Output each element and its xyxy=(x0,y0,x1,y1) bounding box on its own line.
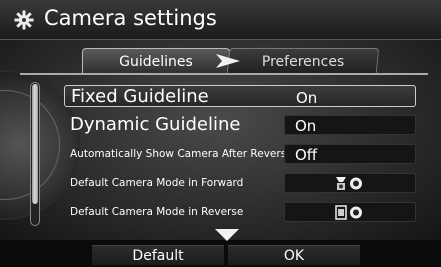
tab-preferences-label: Preferences xyxy=(261,54,345,70)
chevron-down-icon[interactable] xyxy=(214,228,240,242)
row-value xyxy=(284,202,416,222)
header-bar: Camera settings xyxy=(0,0,441,40)
camera-mode-icon xyxy=(336,177,362,190)
row-label: Default Camera Mode in Forward xyxy=(70,177,244,189)
row-default-mode-reverse[interactable]: Default Camera Mode in Reverse xyxy=(64,201,416,223)
scrollbar-thumb[interactable] xyxy=(32,84,38,204)
row-default-mode-forward[interactable]: Default Camera Mode in Forward xyxy=(64,172,416,194)
default-button[interactable]: Default xyxy=(92,245,224,265)
camera-mode-icon xyxy=(335,205,362,220)
tab-underline xyxy=(20,73,428,75)
tab-preferences[interactable]: Preferences xyxy=(226,48,380,74)
row-value: On xyxy=(284,115,416,135)
tab-guidelines[interactable]: Guidelines xyxy=(82,48,230,74)
arrow-right-icon xyxy=(216,54,240,68)
camera-settings-screen: Camera settings Guidelines Preferences F… xyxy=(0,0,441,267)
row-label: Automatically Show Camera After Reverse xyxy=(70,148,293,160)
gear-icon xyxy=(14,10,34,30)
row-value xyxy=(284,173,416,193)
row-value: Off xyxy=(284,144,416,164)
row-label: Dynamic Guideline xyxy=(70,114,241,135)
row-fixed-guideline[interactable]: Fixed Guideline On xyxy=(64,85,416,107)
row-dynamic-guideline[interactable]: Dynamic Guideline On xyxy=(64,114,416,136)
row-label: Default Camera Mode in Reverse xyxy=(70,206,244,218)
page-title: Camera settings xyxy=(44,6,217,30)
row-auto-show-camera[interactable]: Automatically Show Camera After Reverse … xyxy=(64,143,416,165)
row-value: On xyxy=(296,89,318,107)
ok-button[interactable]: OK xyxy=(228,245,360,265)
row-label: Fixed Guideline xyxy=(71,86,209,107)
